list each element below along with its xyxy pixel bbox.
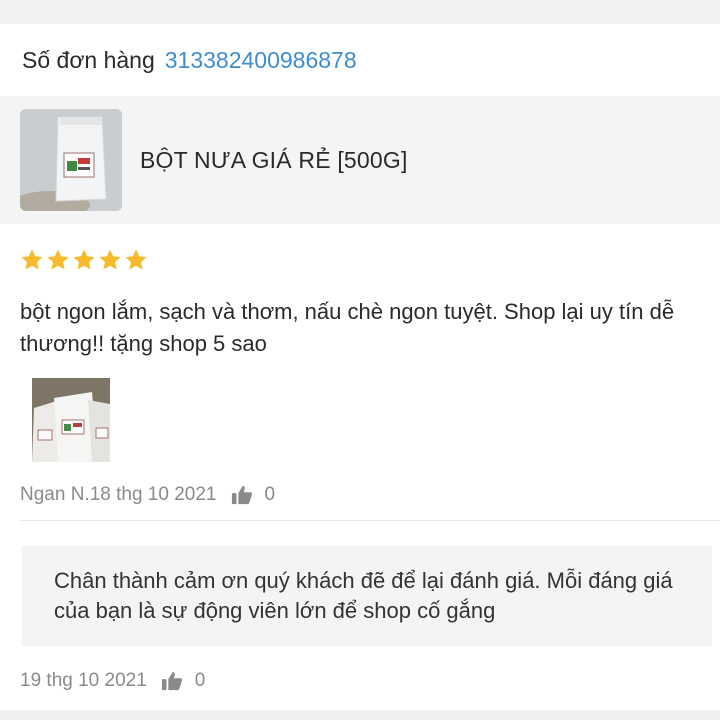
reply-meta: 19 thg 10 2021 0 — [20, 670, 205, 692]
star-icon — [99, 249, 121, 270]
product-bag-image — [20, 109, 122, 211]
product-row[interactable]: BỘT NƯA GIÁ RẺ [500G] — [0, 96, 720, 224]
shop-reply-text: Chân thành cảm ơn quý khách đẽ để lại đá… — [54, 568, 673, 623]
shop-reply: Chân thành cảm ơn quý khách đẽ để lại đá… — [22, 546, 712, 646]
star-icon — [125, 249, 147, 270]
order-number-row: Số đơn hàng 313382400986878 — [0, 24, 720, 96]
review-photo[interactable] — [32, 378, 110, 462]
review-photo-image — [32, 378, 110, 462]
review-meta: Ngan N.18 thg 10 2021 0 — [20, 484, 275, 506]
star-icon — [21, 249, 43, 270]
divider — [20, 520, 720, 521]
review-text: bột ngon lắm, sạch và thơm, nấu chè ngon… — [20, 299, 675, 356]
thumbs-up-icon[interactable] — [161, 670, 183, 692]
reply-like-count: 0 — [194, 670, 206, 691]
top-strip — [0, 0, 720, 24]
product-title[interactable]: BỘT NƯA GIÁ RẺ [500G] — [140, 147, 408, 174]
reply-date: 19 thg 10 2021 — [20, 670, 147, 691]
star-icon — [47, 249, 69, 270]
review-card: bột ngon lắm, sạch và thơm, nấu chè ngon… — [0, 224, 720, 720]
product-thumbnail[interactable] — [20, 109, 122, 211]
order-number-link[interactable]: 313382400986878 — [165, 47, 357, 74]
thumbs-up-icon[interactable] — [231, 484, 253, 506]
star-rating — [20, 248, 148, 272]
star-icon — [73, 249, 95, 270]
bottom-strip — [0, 710, 720, 720]
review-author-date: Ngan N.18 thg 10 2021 — [20, 484, 217, 505]
order-number-label: Số đơn hàng — [22, 46, 155, 73]
review-like-count: 0 — [264, 484, 276, 505]
